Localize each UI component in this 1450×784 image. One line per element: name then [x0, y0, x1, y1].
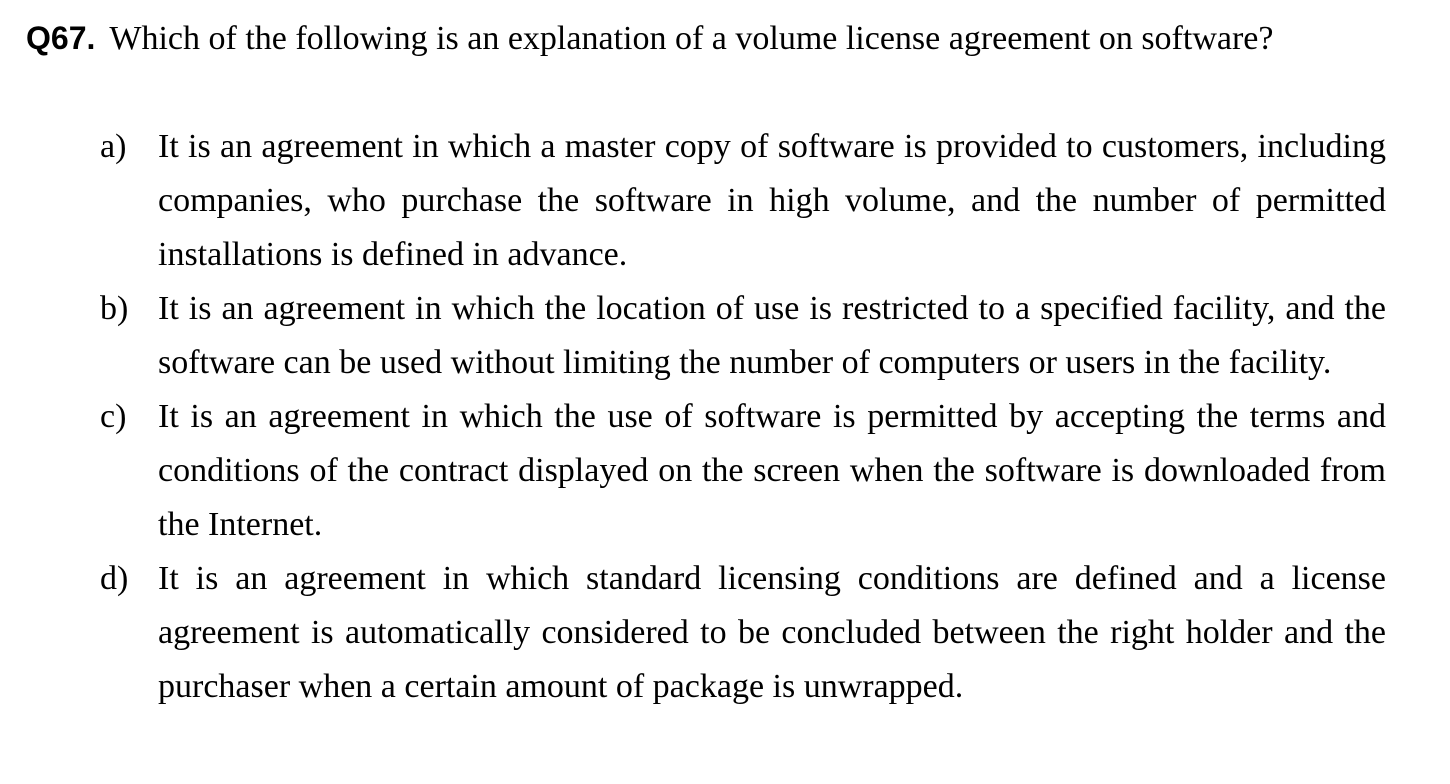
option-letter: a) [100, 128, 127, 165]
question-number: Q67. [26, 20, 96, 56]
option-text: It is an agreement in which a master cop… [158, 128, 1386, 273]
option-letter: c) [100, 398, 127, 435]
answer-option-a: a) It is an agreement in which a master … [100, 120, 1386, 282]
question-heading: Q67. Which of the following is an explana… [26, 15, 1426, 62]
option-text: It is an agreement in which the use of s… [158, 398, 1386, 543]
option-letter: b) [100, 290, 129, 327]
option-text: It is an agreement in which standard lic… [158, 560, 1386, 705]
answer-option-b: b) It is an agreement in which the locat… [100, 282, 1386, 390]
answer-options-list: a) It is an agreement in which a master … [100, 120, 1386, 714]
option-letter: d) [100, 560, 129, 597]
option-text: It is an agreement in which the location… [158, 290, 1386, 381]
answer-option-c: c) It is an agreement in which the use o… [100, 390, 1386, 552]
answer-option-d: d) It is an agreement in which standard … [100, 552, 1386, 714]
question-text: Which of the following is an explanation… [109, 20, 1274, 57]
